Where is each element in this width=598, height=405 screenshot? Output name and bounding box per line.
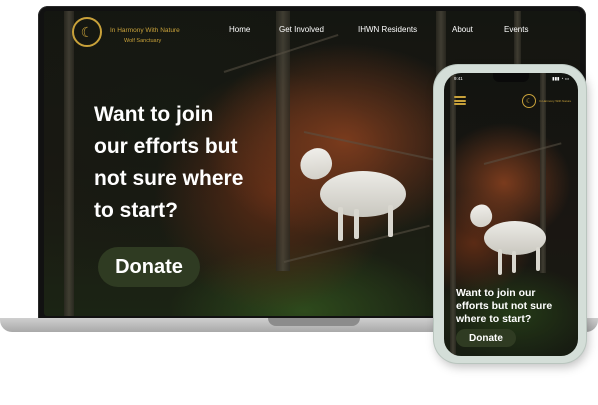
hamburger-menu-icon[interactable] bbox=[454, 96, 466, 105]
nav-link-ihwn-residents[interactable]: IHWN Residents bbox=[358, 25, 417, 34]
laptop-notch bbox=[268, 318, 360, 326]
phone-notch bbox=[493, 73, 529, 82]
nav-link-home[interactable]: Home bbox=[229, 25, 250, 34]
top-navbar: ☾ In Harmony With Nature Wolf Sanctuary … bbox=[44, 11, 580, 55]
hero-line: where to start? bbox=[456, 313, 532, 325]
brand-name: In Harmony With Nature bbox=[110, 27, 180, 34]
donate-button[interactable]: Donate bbox=[456, 329, 516, 347]
hero-heading: Want to join our efforts but not sure wh… bbox=[456, 287, 574, 326]
status-icons: ▮▮▮ ◔ ▭ bbox=[552, 76, 569, 81]
hero-line: not sure where bbox=[94, 167, 244, 190]
branch bbox=[483, 142, 562, 165]
nav-link-get-involved[interactable]: Get Involved bbox=[279, 25, 324, 34]
nav-link-events[interactable]: Events bbox=[504, 25, 528, 34]
wolf-logo-icon[interactable]: ☾ bbox=[522, 94, 536, 108]
hero-line: Want to join bbox=[94, 103, 214, 126]
hero-line: Want to join our bbox=[456, 287, 536, 299]
hero-line: to start? bbox=[94, 199, 178, 222]
status-time: 9:41 bbox=[454, 76, 463, 81]
donate-button[interactable]: Donate bbox=[98, 247, 200, 287]
hero-line: efforts but not sure bbox=[456, 300, 553, 312]
wolf-logo-icon[interactable]: ☾ bbox=[72, 17, 102, 47]
brand-name: In Harmony With Nature bbox=[539, 99, 572, 103]
nav-link-about[interactable]: About bbox=[452, 25, 473, 34]
brand-subtitle: Wolf Sanctuary bbox=[124, 38, 162, 44]
hero-heading: Want to join our efforts but not sure wh… bbox=[94, 99, 294, 227]
tree-trunk bbox=[64, 11, 74, 316]
phone-screen: 9:41 ▮▮▮ ◔ ▭ ☾ In Harmony With Nature Wa… bbox=[444, 73, 578, 356]
hero-line: our efforts but bbox=[94, 135, 238, 158]
